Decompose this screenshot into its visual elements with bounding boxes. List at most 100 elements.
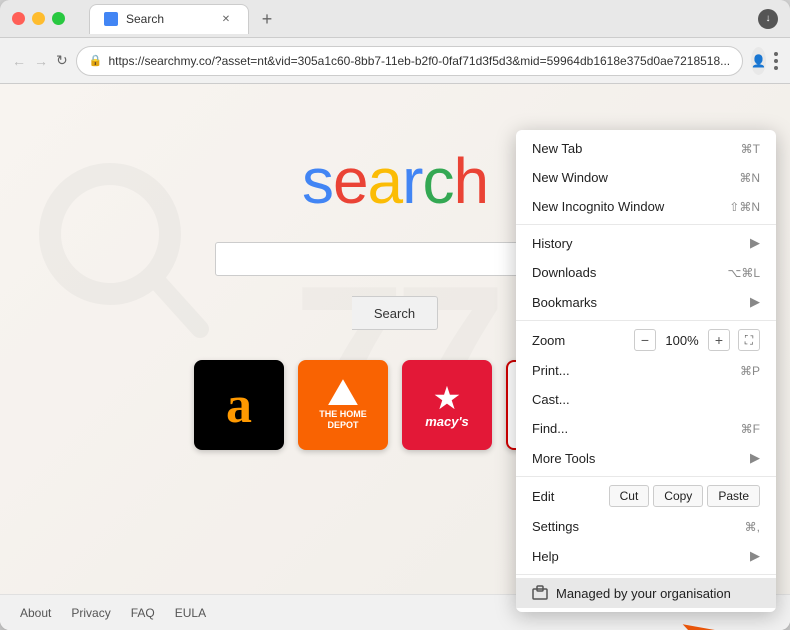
menu-new-window-label: New Window xyxy=(532,170,731,185)
lock-icon: 🔒 xyxy=(89,54,103,67)
menu-help[interactable]: Help ▶ xyxy=(516,541,776,571)
managed-icon xyxy=(532,585,548,601)
back-button[interactable]: ← xyxy=(12,47,26,75)
forward-button[interactable]: → xyxy=(34,47,48,75)
copy-button[interactable]: Copy xyxy=(653,485,703,507)
footer-faq[interactable]: FAQ xyxy=(131,606,155,620)
tab-close-button[interactable]: ✕ xyxy=(218,11,234,27)
shortcut-macys[interactable]: ★ macy's xyxy=(402,360,492,450)
menu-dot-1 xyxy=(774,52,778,56)
macys-text: macy's xyxy=(425,414,469,429)
menu-downloads-label: Downloads xyxy=(532,265,719,280)
context-menu: New Tab ⌘T New Window ⌘N New Incognito W… xyxy=(516,130,776,612)
page-content: 77 search Search a xyxy=(0,84,790,630)
zoom-in-button[interactable]: + xyxy=(708,329,730,351)
new-tab-button[interactable]: + xyxy=(253,6,281,34)
chrome-menu-button[interactable] xyxy=(774,47,778,75)
menu-more-tools-arrow: ▶ xyxy=(750,450,760,466)
url-bar[interactable]: 🔒 https://searchmy.co/?asset=nt&vid=305a… xyxy=(76,46,743,76)
menu-print-shortcut: ⌘P xyxy=(740,364,760,378)
menu-help-label: Help xyxy=(532,549,746,564)
active-tab[interactable]: Search ✕ xyxy=(89,4,249,34)
title-bar: Search ✕ + ↓ xyxy=(0,0,790,38)
menu-bookmarks-arrow: ▶ xyxy=(750,294,760,310)
menu-dot-3 xyxy=(774,66,778,70)
logo-letter-e: e xyxy=(333,145,368,217)
logo-letter-a: a xyxy=(368,145,403,217)
homedepot-text: THE HOMEDEPOT xyxy=(319,409,367,431)
menu-settings[interactable]: Settings ⌘, xyxy=(516,512,776,541)
macys-inner: ★ macy's xyxy=(425,360,469,450)
menu-find-label: Find... xyxy=(532,421,733,436)
divider-3 xyxy=(516,476,776,477)
menu-downloads[interactable]: Downloads ⌥⌘L xyxy=(516,258,776,287)
menu-more-tools-label: More Tools xyxy=(532,451,746,466)
menu-incognito-label: New Incognito Window xyxy=(532,199,721,214)
menu-history[interactable]: History ▶ xyxy=(516,228,776,258)
browser-window: Search ✕ + ↓ ← → ↻ 🔒 https://searchmy.co… xyxy=(0,0,790,630)
footer-privacy[interactable]: Privacy xyxy=(71,606,110,620)
tab-bar: Search ✕ + xyxy=(89,4,750,34)
amazon-logo: a xyxy=(226,376,252,435)
shortcut-homedepot[interactable]: THE HOMEDEPOT xyxy=(298,360,388,450)
divider-1 xyxy=(516,224,776,225)
zoom-fullscreen-button[interactable]: ⛶ xyxy=(738,329,760,351)
traffic-lights xyxy=(12,12,65,25)
logo-letter-s: s xyxy=(302,145,333,217)
cut-button[interactable]: Cut xyxy=(609,485,650,507)
minimize-button[interactable] xyxy=(32,12,45,25)
account-button[interactable]: 👤 xyxy=(751,47,766,75)
menu-history-arrow: ▶ xyxy=(750,235,760,251)
tab-favicon xyxy=(104,12,118,26)
divider-2 xyxy=(516,320,776,321)
footer-about[interactable]: About xyxy=(20,606,51,620)
menu-managed[interactable]: Managed by your organisation xyxy=(516,578,776,608)
divider-4 xyxy=(516,574,776,575)
menu-cast[interactable]: Cast... xyxy=(516,385,776,414)
search-button[interactable]: Search xyxy=(352,296,438,330)
menu-more-tools[interactable]: More Tools ▶ xyxy=(516,443,776,473)
menu-incognito[interactable]: New Incognito Window ⇧⌘N xyxy=(516,192,776,221)
edit-buttons: Cut Copy Paste xyxy=(609,485,760,507)
zoom-out-button[interactable]: − xyxy=(634,329,656,351)
profile-icon: ↓ xyxy=(758,9,778,29)
logo-letter-r: r xyxy=(402,145,422,217)
menu-bookmarks-label: Bookmarks xyxy=(532,295,746,310)
menu-zoom-row: Zoom − 100% + ⛶ xyxy=(516,324,776,356)
menu-print[interactable]: Print... ⌘P xyxy=(516,356,776,385)
menu-incognito-shortcut: ⇧⌘N xyxy=(729,200,760,214)
menu-zoom-label: Zoom xyxy=(532,333,634,348)
logo: search xyxy=(302,144,488,218)
menu-print-label: Print... xyxy=(532,363,732,378)
menu-edit-label: Edit xyxy=(532,489,609,504)
reload-button[interactable]: ↻ xyxy=(56,47,68,75)
menu-new-window[interactable]: New Window ⌘N xyxy=(516,163,776,192)
menu-new-window-shortcut: ⌘N xyxy=(739,171,760,185)
menu-dot-2 xyxy=(774,59,778,63)
url-text: https://searchmy.co/?asset=nt&vid=305a1c… xyxy=(108,54,730,68)
menu-edit-row: Edit Cut Copy Paste xyxy=(516,480,776,512)
menu-help-arrow: ▶ xyxy=(750,548,760,564)
zoom-value: 100% xyxy=(664,333,700,348)
menu-find[interactable]: Find... ⌘F xyxy=(516,414,776,443)
logo-letter-h: h xyxy=(453,145,488,217)
footer-eula[interactable]: EULA xyxy=(175,606,206,620)
macys-star: ★ xyxy=(433,382,462,414)
address-bar: ← → ↻ 🔒 https://searchmy.co/?asset=nt&vi… xyxy=(0,38,790,84)
menu-history-label: History xyxy=(532,236,746,251)
paste-button[interactable]: Paste xyxy=(707,485,760,507)
menu-settings-shortcut: ⌘, xyxy=(745,520,760,534)
menu-bookmarks[interactable]: Bookmarks ▶ xyxy=(516,287,776,317)
menu-managed-label: Managed by your organisation xyxy=(556,586,731,601)
menu-downloads-shortcut: ⌥⌘L xyxy=(727,266,760,280)
menu-cast-label: Cast... xyxy=(532,392,760,407)
shortcut-amazon[interactable]: a xyxy=(194,360,284,450)
tab-title: Search xyxy=(126,12,210,26)
zoom-controls: − 100% + ⛶ xyxy=(634,329,760,351)
menu-new-tab[interactable]: New Tab ⌘T xyxy=(516,134,776,163)
close-button[interactable] xyxy=(12,12,25,25)
maximize-button[interactable] xyxy=(52,12,65,25)
menu-new-tab-shortcut: ⌘T xyxy=(741,142,760,156)
menu-settings-label: Settings xyxy=(532,519,737,534)
logo-letter-c: c xyxy=(422,145,453,217)
